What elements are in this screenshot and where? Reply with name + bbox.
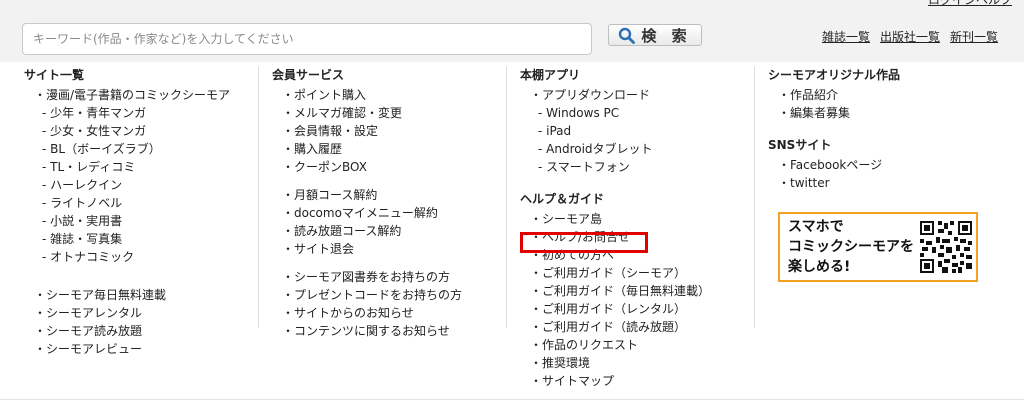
list-item[interactable]: - Androidタブレット (520, 140, 710, 158)
column-app-help: 本棚アプリ ・アプリダウンロード - Windows PC - iPad - A… (520, 66, 710, 390)
list-item[interactable]: - ハーレクイン (24, 176, 230, 194)
list-item[interactable]: - BL（ボーイズラブ） (24, 140, 230, 158)
list-item[interactable]: - TL・レディコミ (24, 158, 230, 176)
column-heading: シーモアオリジナル作品 (768, 68, 901, 82)
column-divider (506, 66, 507, 328)
column-divider (754, 66, 755, 328)
list-item[interactable]: ・プレゼントコードをお持ちの方 (272, 286, 462, 304)
column-divider (258, 66, 259, 328)
login-help-link[interactable]: ログインヘルプ (928, 0, 1012, 8)
list-item[interactable]: ・漫画/電子書籍のコミックシーモア (24, 86, 230, 104)
list-item[interactable]: ・コンテンツに関するお知らせ (272, 322, 462, 340)
column-heading: 本棚アプリ (520, 68, 581, 82)
list-item[interactable]: ・購入履歴 (272, 140, 462, 158)
site-list: ・漫画/電子書籍のコミックシーモア - 少年・青年マンガ - 少女・女性マンガ … (24, 86, 230, 266)
column-heading: サイト一覧 (24, 68, 85, 82)
list-item[interactable]: ・クーポンBOX (272, 158, 462, 176)
list-item[interactable]: ・ポイント購入 (272, 86, 462, 104)
list-item[interactable]: ・作品紹介 (768, 86, 900, 104)
sns-list: ・Facebookページ ・twitter (768, 156, 900, 192)
site-list-2: ・シーモア毎日無料連載 ・シーモアレンタル ・シーモア読み放題 ・シーモアレビュ… (24, 286, 230, 358)
column-original-sns: シーモアオリジナル作品 ・作品紹介 ・編集者募集 SNSサイト ・Faceboo… (768, 66, 900, 192)
publisher-list-link[interactable]: 出版社一覧 (880, 28, 940, 45)
list-item[interactable]: ・サイトからのお知らせ (272, 304, 462, 322)
list-item[interactable]: ・twitter (768, 174, 900, 192)
list-item[interactable]: - 少年・青年マンガ (24, 104, 230, 122)
list-item[interactable]: ・サイトマップ (520, 372, 710, 390)
list-item[interactable]: ・ご利用ガイド（読み放題） (520, 318, 710, 336)
list-item[interactable]: ・docomoマイメニュー解約 (272, 204, 462, 222)
smartphone-promo-banner[interactable]: スマホで コミックシーモアを 楽しめる! (778, 212, 978, 282)
promo-line: スマホで (788, 219, 844, 235)
cancellation-list: ・月額コース解約 ・docomoマイメニュー解約 ・読み放題コース解約 ・サイト… (272, 186, 462, 258)
list-item[interactable]: - 小説・実用書 (24, 212, 230, 230)
list-item[interactable]: - iPad (520, 122, 710, 140)
search-icon (619, 27, 636, 44)
list-item[interactable]: ・メルマガ確認・変更 (272, 104, 462, 122)
list-item[interactable]: ・会員情報・設定 (272, 122, 462, 140)
highlight-box (520, 232, 648, 253)
list-item[interactable]: ・シーモア島 (520, 210, 710, 228)
list-item[interactable]: ・シーモアレンタル (24, 304, 230, 322)
list-item[interactable]: - 少女・女性マンガ (24, 122, 230, 140)
list-item[interactable]: ・アプリダウンロード (520, 86, 710, 104)
column-heading: 会員サービス (272, 68, 345, 82)
search-bar-area: ログインヘルプ 検 索 雑誌一覧 出版社一覧 新刊一覧 (0, 0, 1024, 62)
app-list: ・アプリダウンロード - Windows PC - iPad - Android… (520, 86, 710, 176)
list-item[interactable]: ・シーモア毎日無料連載 (24, 286, 230, 304)
list-item[interactable]: ・読み放題コース解約 (272, 222, 462, 240)
search-button-label: 検 索 (641, 26, 692, 45)
member-services-list: ・ポイント購入 ・メルマガ確認・変更 ・会員情報・設定 ・購入履歴 ・クーポンB… (272, 86, 462, 176)
list-item[interactable]: - スマートフォン (520, 158, 710, 176)
list-item[interactable]: ・シーモア図書券をお持ちの方 (272, 268, 462, 286)
promo-line: 楽しめる! (788, 259, 851, 275)
list-item[interactable]: ・サイト退会 (272, 240, 462, 258)
list-item[interactable]: ・Facebookページ (768, 156, 900, 174)
list-item[interactable]: - Windows PC (520, 104, 710, 122)
list-item[interactable]: ・ご利用ガイド（レンタル） (520, 300, 710, 318)
list-item[interactable]: ・月額コース解約 (272, 186, 462, 204)
promo-line: コミックシーモアを (788, 239, 914, 255)
list-item[interactable]: ・編集者募集 (768, 104, 900, 122)
list-item[interactable]: - ライトノベル (24, 194, 230, 212)
list-item[interactable]: ・推奨環境 (520, 354, 710, 372)
list-item[interactable]: ・作品のリクエスト (520, 336, 710, 354)
search-button[interactable]: 検 索 (608, 24, 702, 46)
column-member-services: 会員サービス ・ポイント購入 ・メルマガ確認・変更 ・会員情報・設定 ・購入履歴… (272, 66, 462, 340)
new-releases-link[interactable]: 新刊一覧 (950, 28, 998, 45)
column-site-list: サイト一覧 ・漫画/電子書籍のコミックシーモア - 少年・青年マンガ - 少女・… (24, 66, 230, 358)
list-item[interactable]: ・シーモア読み放題 (24, 322, 230, 340)
original-works-list: ・作品紹介 ・編集者募集 (768, 86, 900, 122)
column-heading: SNSサイト (768, 138, 832, 152)
search-input[interactable] (22, 23, 592, 55)
magazine-list-link[interactable]: 雑誌一覧 (822, 28, 870, 45)
footer-divider (0, 399, 1024, 400)
promo-text: スマホで コミックシーモアを 楽しめる! (780, 217, 914, 277)
list-item[interactable]: - オトナコミック (24, 248, 230, 266)
list-item[interactable]: - 雑誌・写真集 (24, 230, 230, 248)
list-item[interactable]: ・ご利用ガイド（毎日無料連載） (520, 282, 710, 300)
column-heading: ヘルプ＆ガイド (520, 192, 605, 206)
list-item[interactable]: ・ご利用ガイド（シーモア） (520, 264, 710, 282)
notice-list: ・シーモア図書券をお持ちの方 ・プレゼントコードをお持ちの方 ・サイトからのお知… (272, 268, 462, 340)
list-item[interactable]: ・シーモアレビュー (24, 340, 230, 358)
qr-code-icon (918, 219, 974, 275)
top-links: 雑誌一覧 出版社一覧 新刊一覧 (822, 28, 998, 45)
